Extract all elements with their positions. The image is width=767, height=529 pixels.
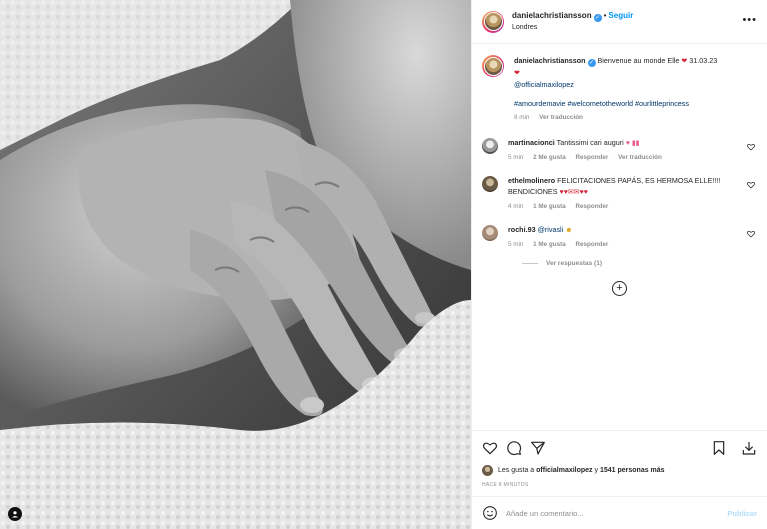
comment-input[interactable] <box>506 508 728 518</box>
likes-summary[interactable]: Les gusta a officialmaxilopez y 1541 per… <box>482 465 757 476</box>
post-photo[interactable] <box>0 0 471 529</box>
commenter-username[interactable]: martinacionci <box>508 138 555 147</box>
view-replies-button[interactable]: Ver respuestas (1) <box>522 260 757 267</box>
commenter-avatar[interactable] <box>482 176 498 192</box>
more-options-icon[interactable]: ••• <box>742 14 757 26</box>
comment-time[interactable]: 5 min <box>508 154 523 161</box>
translate-button[interactable]: Ver traducción <box>539 114 583 121</box>
load-more-comments: + <box>482 281 757 296</box>
commenter-avatar[interactable] <box>482 225 498 241</box>
author-username[interactable]: danielachristiansson <box>512 11 592 20</box>
likes-prefix: Les gusta a <box>498 467 535 474</box>
like-comment-heart-icon[interactable] <box>747 230 755 238</box>
plus-circle-icon[interactable]: + <box>612 281 627 296</box>
author-avatar[interactable] <box>482 10 504 33</box>
comment-item: martinacionci Tantissimi cari auguri ♥ ▮… <box>482 137 757 163</box>
replies-divider <box>522 263 538 264</box>
heart-icon[interactable] <box>482 440 498 456</box>
commenter-username[interactable]: rochi.93 <box>508 225 536 234</box>
comment-emojis: ♥ ▮▮ <box>625 140 640 147</box>
post-sidebar: danielachristiansson ✓ • Seguir Londres •••… <box>471 0 767 529</box>
separator-dot: • <box>603 11 607 20</box>
caption: danielachristiansson ✓ Bienvenue au monde… <box>482 55 757 123</box>
caption-username[interactable]: danielachristiansson <box>514 56 586 65</box>
comment-likes[interactable]: 2 Me gusta <box>533 154 566 161</box>
publish-button[interactable]: Publicar <box>727 509 757 518</box>
comment-icon[interactable] <box>506 440 522 456</box>
view-replies-label: Ver respuestas (1) <box>546 260 603 267</box>
like-comment-heart-icon[interactable] <box>747 143 755 151</box>
comment-time[interactable]: 5 min <box>508 241 523 248</box>
add-comment-bar: Publicar <box>472 496 767 529</box>
verified-icon: ✓ <box>593 14 602 22</box>
download-icon[interactable] <box>741 440 757 456</box>
reply-button[interactable]: Responder <box>575 241 608 248</box>
liker-avatar <box>482 465 493 476</box>
baby-hand-image <box>0 0 471 529</box>
post-timestamp[interactable]: HACE 8 MINUTOS <box>482 482 757 488</box>
comment-item: rochi.93 @rivasli ☻ 5 min 1 Me gusta Res… <box>482 224 757 250</box>
commenter-avatar[interactable] <box>482 138 498 154</box>
comment-emojis: ☻ <box>565 227 573 234</box>
comment-likes[interactable]: 1 Me gusta <box>533 241 566 248</box>
comment-item: ethelmolinero FELICITACIONES PAPÁS, ES H… <box>482 175 757 212</box>
caption-text: Bienvenue au monde Elle <box>597 56 680 65</box>
emoji-icon[interactable] <box>482 505 498 521</box>
heart-emoji: ❤ <box>681 58 688 65</box>
share-icon[interactable] <box>530 440 546 456</box>
caption-hashtags[interactable]: #amourdemavie #welcometotheworld #ourlit… <box>514 99 689 108</box>
commenter-username[interactable]: ethelmolinero <box>508 176 555 185</box>
user-icon[interactable] <box>8 507 22 521</box>
translate-button[interactable]: Ver traducción <box>618 154 662 161</box>
likes-user[interactable]: officialmaxilopez <box>536 467 592 474</box>
reply-button[interactable]: Responder <box>575 154 608 161</box>
comment-likes[interactable]: 1 Me gusta <box>533 203 566 210</box>
post-header: danielachristiansson ✓ • Seguir Londres ••• <box>472 0 767 44</box>
caption-mention[interactable]: @officialmaxilopez <box>514 80 574 89</box>
caption-time[interactable]: 8 min <box>514 114 529 121</box>
reply-button[interactable]: Responder <box>575 203 608 210</box>
bookmark-icon[interactable] <box>711 440 727 456</box>
verified-icon: ✓ <box>587 59 596 67</box>
post-actions: Les gusta a officialmaxilopez y 1541 per… <box>472 430 767 496</box>
comment-time[interactable]: 4 min <box>508 203 523 210</box>
likes-middle: y <box>594 467 599 474</box>
likes-count[interactable]: 1541 personas más <box>600 467 665 474</box>
comment-emojis: ♥♥✉✉♥♥ <box>559 189 588 196</box>
like-comment-heart-icon[interactable] <box>747 181 755 189</box>
comment-text: Tantissimi cari auguri <box>556 138 624 147</box>
caption-date: 31.03.23 <box>689 56 718 65</box>
follow-button[interactable]: Seguir <box>608 11 633 20</box>
post-location[interactable]: Londres <box>512 22 633 33</box>
comments-list[interactable]: danielachristiansson ✓ Bienvenue au monde… <box>472 45 767 430</box>
heart-emoji: ❤ <box>514 70 520 77</box>
comment-mention[interactable]: @rivasli <box>538 225 564 234</box>
caption-avatar[interactable] <box>482 55 504 77</box>
